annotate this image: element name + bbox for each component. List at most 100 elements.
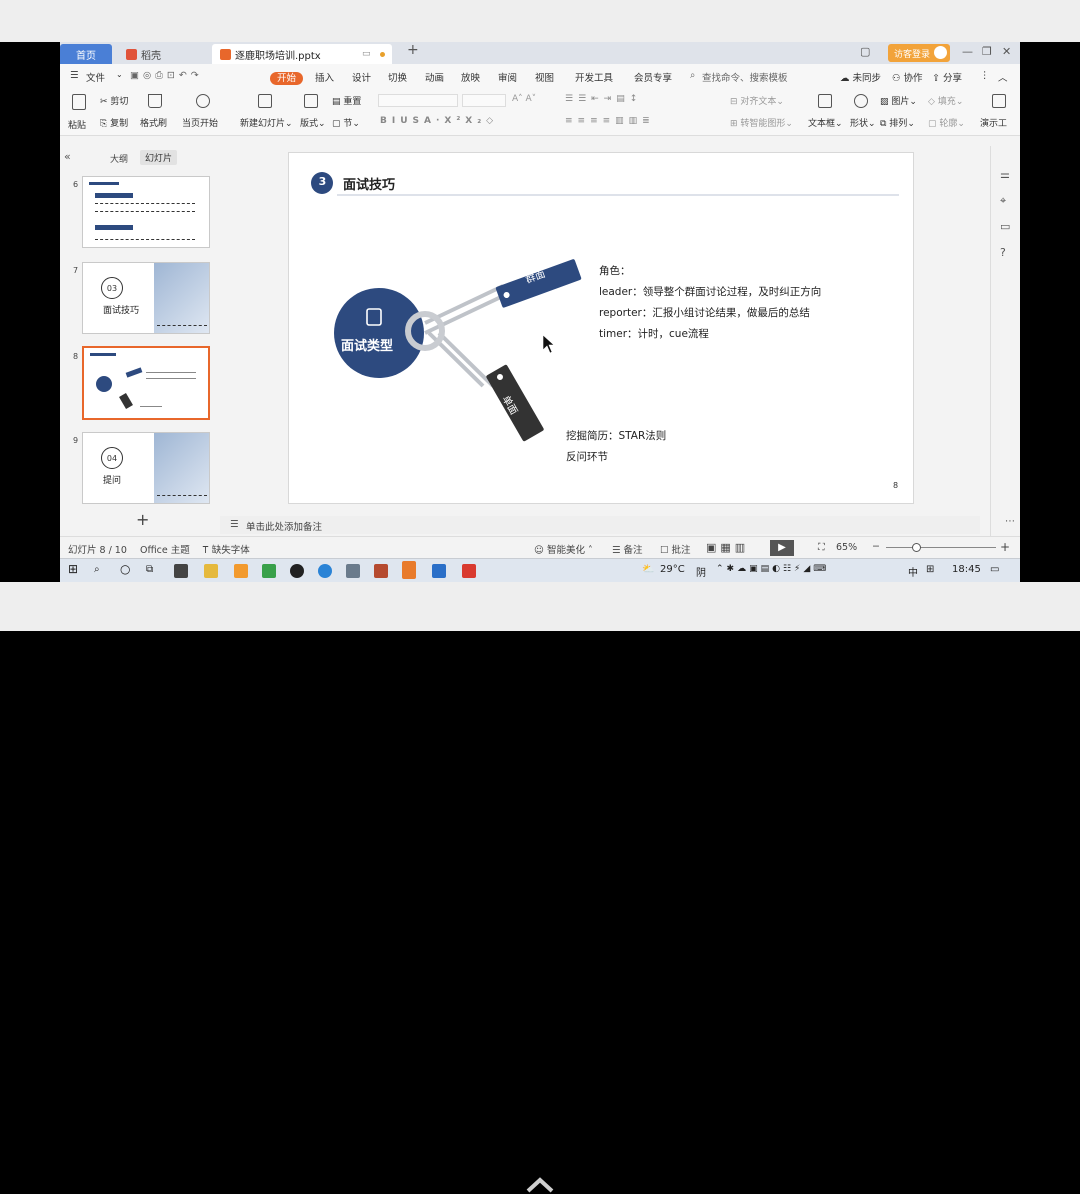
active-app-icon[interactable]: [402, 561, 416, 579]
search-icon[interactable]: ⌕: [690, 70, 695, 81]
app4-icon[interactable]: [432, 564, 446, 578]
minimize-icon[interactable]: —: [962, 45, 973, 58]
reset-button[interactable]: ▤ 重置: [332, 94, 361, 107]
search-icon[interactable]: ⌕: [94, 564, 100, 575]
menu-transition[interactable]: 切换: [388, 70, 407, 84]
layout-button[interactable]: 版式⌄: [300, 116, 326, 129]
align-icons[interactable]: ≡≡≡≡▥▥≣: [565, 116, 655, 126]
windows-start-icon[interactable]: ⊞: [68, 562, 78, 576]
beautify-button[interactable]: ☺ 智能美化 ˄: [534, 542, 593, 556]
menu-design[interactable]: 设计: [352, 70, 371, 84]
keyboard-grid-icon[interactable]: ⊞: [926, 564, 934, 575]
close-icon[interactable]: ✕: [1002, 45, 1011, 58]
slide-thumbnail-7[interactable]: 03 面试技巧: [82, 262, 210, 334]
collapse-ribbon-icon[interactable]: ︿: [998, 70, 1008, 84]
menu-animation[interactable]: 动画: [425, 70, 444, 84]
shape-button[interactable]: 形状⌄: [850, 116, 876, 129]
picture-button[interactable]: ▨ 图片⌄: [880, 94, 917, 107]
new-tab-icon[interactable]: +: [407, 42, 419, 58]
share-button[interactable]: ⇪ 分享: [932, 70, 962, 84]
textbox-button[interactable]: 文本框⌄: [808, 116, 843, 129]
font-style-icons[interactable]: BIUSA·X²X₂◇: [380, 116, 498, 126]
comments-button[interactable]: ☐ 批注: [660, 542, 691, 556]
menu-insert[interactable]: 插入: [315, 70, 334, 84]
font-size-select[interactable]: [462, 94, 506, 107]
store-icon[interactable]: [174, 564, 188, 578]
collab-button[interactable]: ⚇ 协作: [892, 70, 923, 84]
restore-icon[interactable]: ❐: [982, 45, 992, 58]
fill-button[interactable]: ◇ 填充⌄: [928, 94, 963, 107]
presenter-button[interactable]: 演示工: [980, 116, 1007, 129]
align-text-button[interactable]: ⊟ 对齐文本⌄: [730, 94, 784, 107]
paste-button[interactable]: 粘贴: [68, 118, 86, 131]
tab-slides[interactable]: 幻灯片: [140, 150, 178, 165]
missing-font-button[interactable]: Ꭲ 缺失字体: [203, 542, 250, 556]
notes-button[interactable]: ☰ 备注: [612, 542, 643, 556]
tray-icons[interactable]: ⌃✱☁▣▤◐☷⚡◢⌨: [716, 564, 829, 574]
command-search[interactable]: 查找命令、搜索模板: [702, 70, 788, 84]
outline-button[interactable]: ▢ 轮廓⌄: [928, 116, 965, 129]
settings-sliders-icon[interactable]: ⚌: [1000, 168, 1010, 181]
add-slide-icon[interactable]: +: [136, 510, 149, 529]
list-icons[interactable]: ☰☰⇤⇥▤↕: [565, 94, 642, 104]
zoom-level[interactable]: 65%: [836, 542, 857, 553]
zoom-slider-handle[interactable]: [912, 543, 921, 552]
zoom-slider[interactable]: [886, 547, 996, 548]
app2-icon[interactable]: [346, 564, 360, 578]
zoom-out-icon[interactable]: −: [872, 541, 880, 552]
fit-window-icon[interactable]: ⛶: [818, 542, 825, 553]
tab-document[interactable]: 逐鹿职场培训.pptx ▭: [212, 44, 392, 64]
slide-canvas[interactable]: 3 面试技巧 面试类型 群面 单面 角色： leader：领导整个群面讨论过程，…: [288, 152, 914, 504]
more-icon[interactable]: ⋮: [980, 70, 990, 81]
font-grow-icon[interactable]: A˄ A˅: [512, 94, 536, 104]
menu-view[interactable]: 视图: [535, 70, 554, 84]
cut-button[interactable]: ✂ 剪切: [100, 94, 128, 107]
temperature[interactable]: 29°C: [660, 564, 685, 575]
from-current-button[interactable]: 当页开始: [182, 116, 218, 129]
zoom-in-icon[interactable]: +: [1000, 540, 1010, 554]
menu-slideshow[interactable]: 放映: [461, 70, 480, 84]
play-slideshow-icon[interactable]: ▶: [770, 540, 794, 556]
menu-start[interactable]: 开始: [270, 70, 304, 85]
notes-bar[interactable]: ☰ 单击此处添加备注: [220, 516, 980, 534]
more-dots-icon[interactable]: ⋯: [1005, 516, 1015, 527]
theme-name[interactable]: Office 主题: [140, 542, 190, 556]
help-icon[interactable]: ?: [1000, 246, 1006, 259]
ime-indicator[interactable]: 中: [908, 564, 918, 579]
hamburger-icon[interactable]: ☰: [70, 70, 79, 81]
pin-icon[interactable]: ⌖: [1000, 194, 1006, 208]
menu-file[interactable]: 文件: [86, 70, 105, 84]
login-button[interactable]: 访客登录: [888, 44, 950, 62]
tab-daoke[interactable]: 稻壳: [118, 44, 208, 64]
chevron-up-icon[interactable]: [525, 1174, 555, 1194]
menu-review[interactable]: 审阅: [498, 70, 517, 84]
edge-icon[interactable]: [318, 564, 332, 578]
menu-developer[interactable]: 开发工具: [575, 70, 613, 84]
qq-icon[interactable]: [290, 564, 304, 578]
menu-member[interactable]: 会员专享: [634, 70, 672, 84]
slide-thumbnail-6[interactable]: [82, 176, 210, 248]
clock[interactable]: 18:45: [952, 564, 981, 575]
format-painter-button[interactable]: 格式刷: [140, 116, 167, 129]
slide-thumbnail-9[interactable]: 04 提问: [82, 432, 210, 504]
tab-outline[interactable]: 大纲: [110, 152, 128, 165]
section-button[interactable]: ▢ 节⌄: [332, 116, 360, 129]
comment-icon[interactable]: ▭: [1000, 220, 1010, 233]
tab-home[interactable]: 首页: [60, 44, 112, 64]
font-name-select[interactable]: [378, 94, 458, 107]
slide-thumbnail-8[interactable]: [82, 346, 210, 420]
cortana-icon[interactable]: ○: [120, 562, 130, 576]
view-mode-icons[interactable]: ▣▦▥: [706, 541, 749, 554]
weather-text[interactable]: 阴: [696, 564, 706, 579]
new-slide-button[interactable]: 新建幻灯片⌄: [240, 116, 293, 129]
quick-access-icons[interactable]: ▣◎⎙⊡↶↷: [130, 70, 203, 81]
wechat-icon[interactable]: [262, 564, 276, 578]
smart-shape-button[interactable]: ⊞ 转智能图形⌄: [730, 116, 793, 129]
explorer-icon[interactable]: [204, 564, 218, 578]
chevron-down-icon[interactable]: ⌄: [116, 70, 123, 79]
paste-icon[interactable]: [72, 94, 86, 110]
task-view-icon[interactable]: ⧉: [146, 564, 153, 575]
sync-button[interactable]: ☁ 未同步: [840, 70, 881, 84]
copy-button[interactable]: ⎘ 复制: [100, 116, 128, 129]
window-layout-icon[interactable]: ▢: [860, 45, 870, 58]
